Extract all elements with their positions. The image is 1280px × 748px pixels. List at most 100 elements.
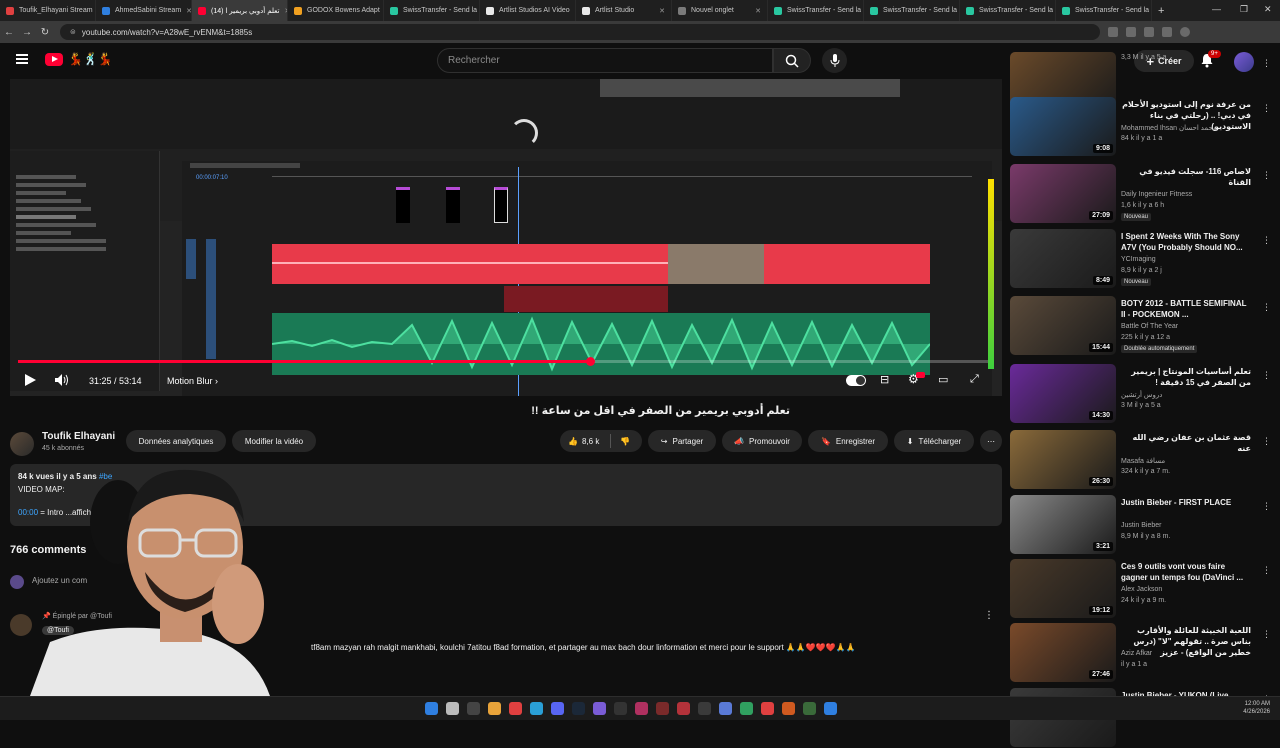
recommended-title[interactable]: قصة عثمان بن عفان رضي الله عنه: [1121, 432, 1251, 454]
taskbar-app-icon[interactable]: [761, 702, 774, 715]
close-tab-icon[interactable]: ✕: [659, 7, 665, 15]
comment-menu-icon[interactable]: ⋮: [984, 610, 994, 621]
analytics-button[interactable]: Données analytiques: [126, 430, 226, 452]
maximize-icon[interactable]: ❐: [1240, 4, 1248, 15]
recommended-title[interactable]: BOTY 2012 - BATTLE SEMIFINAL II - POCKEM…: [1121, 298, 1251, 320]
extension-icon[interactable]: [1126, 27, 1136, 37]
video-menu-icon[interactable]: ⋮: [1262, 501, 1271, 512]
video-menu-icon[interactable]: ⋮: [1262, 370, 1271, 381]
back-icon[interactable]: ←: [0, 27, 18, 38]
profile-icon[interactable]: [1180, 27, 1190, 37]
taskbar-app-icon[interactable]: [698, 702, 711, 715]
like-button[interactable]: 👍 8,6 k: [568, 437, 599, 446]
video-menu-icon[interactable]: ⋮: [1262, 103, 1271, 114]
browser-tab[interactable]: AhmedSabini Stream ✕: [96, 0, 192, 21]
taskbar-app-icon[interactable]: [425, 702, 438, 715]
browser-tab[interactable]: GODOX Bowens Adapt✕: [288, 0, 384, 21]
video-thumbnail[interactable]: 27:09: [1010, 164, 1116, 223]
search-input[interactable]: Rechercher: [437, 48, 773, 73]
recommended-channel[interactable]: Alex Jackson: [1121, 586, 1162, 593]
fullscreen-icon[interactable]: ⤢: [970, 373, 979, 386]
taskbar-app-icon[interactable]: [824, 702, 837, 715]
taskbar-app-icon[interactable]: [719, 702, 732, 715]
video-menu-icon[interactable]: ⋮: [1262, 170, 1271, 181]
taskbar-app-icon[interactable]: [446, 702, 459, 715]
miniplayer-icon[interactable]: ▭: [938, 373, 948, 386]
browser-tab[interactable]: (14) تعلم أدوبي بريمير ا✕: [192, 0, 288, 21]
taskbar-app-icon[interactable]: [635, 702, 648, 715]
menu-icon[interactable]: [16, 54, 28, 64]
taskbar-app-icon[interactable]: [740, 702, 753, 715]
close-tab-icon[interactable]: ✕: [755, 7, 761, 15]
video-thumbnail[interactable]: 8:49: [1010, 229, 1116, 288]
browser-tab[interactable]: Artlist Studios AI Video✕: [480, 0, 576, 21]
browser-tab[interactable]: SwissTransfer - Send la✕: [384, 0, 480, 21]
save-button[interactable]: 🔖 Enregistrer: [808, 430, 888, 452]
thumbs-down-icon[interactable]: 👎: [620, 437, 630, 446]
volume-icon[interactable]: [54, 373, 70, 387]
youtube-logo[interactable]: [45, 53, 63, 66]
minimize-icon[interactable]: —: [1212, 4, 1221, 14]
recommended-channel[interactable]: Masafa مسافة: [1121, 457, 1165, 465]
recommended-channel[interactable]: Battle Of The Year: [1121, 323, 1178, 330]
video-thumbnail[interactable]: 9:08: [1010, 97, 1116, 156]
voice-search-button[interactable]: [822, 48, 847, 73]
close-window-icon[interactable]: ✕: [1264, 4, 1272, 15]
subtitles-icon[interactable]: ⊟: [880, 373, 889, 386]
video-thumbnail[interactable]: 19:12: [1010, 559, 1116, 618]
video-thumbnail[interactable]: 15:44: [1010, 296, 1116, 355]
new-tab-icon[interactable]: +: [1158, 5, 1164, 17]
video-progress-bar[interactable]: [18, 357, 988, 366]
video-thumbnail[interactable]: 14:30: [1010, 364, 1116, 423]
reload-icon[interactable]: ↻: [36, 27, 54, 38]
browser-tab[interactable]: SwissTransfer - Send la✕: [864, 0, 960, 21]
taskbar-app-icon[interactable]: [509, 702, 522, 715]
chapter-label[interactable]: Motion Blur ›: [167, 376, 218, 386]
browser-tab[interactable]: Nouvel onglet ✕: [672, 0, 768, 21]
taskbar-app-icon[interactable]: [488, 702, 501, 715]
browser-tab[interactable]: Artlist Studio ✕: [576, 0, 672, 21]
recommended-video[interactable]: 14:30 تعلم أساسيات المونتاج | بريمير من ا…: [1010, 364, 1275, 424]
edit-video-button[interactable]: Modifier la vidéo: [232, 430, 316, 452]
video-player[interactable]: 00:00:07:10: [10, 79, 1002, 396]
recommended-channel[interactable]: Daily Ingenieur Fitness: [1121, 191, 1192, 198]
taskbar-app-icon[interactable]: [530, 702, 543, 715]
recommended-video[interactable]: 3:21 Justin Bieber - FIRST PLACE Justin Bi…: [1010, 495, 1275, 555]
taskbar-app-icon[interactable]: [614, 702, 627, 715]
taskbar-app-icon[interactable]: [467, 702, 480, 715]
recommended-channel[interactable]: Justin Bieber: [1121, 522, 1161, 529]
autoplay-toggle[interactable]: [846, 375, 866, 386]
video-menu-icon[interactable]: ⋮: [1262, 302, 1271, 313]
taskbar-app-icon[interactable]: [677, 702, 690, 715]
recommended-video[interactable]: 26:30 قصة عثمان بن عفان رضي الله عنه Masaf…: [1010, 430, 1275, 490]
browser-tab[interactable]: SwissTransfer - Send la✕: [1056, 0, 1152, 21]
recommended-video[interactable]: 27:09 لاصاص 116- سجلت فيديو في القناة Dail…: [1010, 164, 1275, 224]
recommended-video[interactable]: 8:49 I Spent 2 Weeks With The Sony A7V (Y…: [1010, 229, 1275, 289]
recommended-channel[interactable]: دروس أرتشين: [1121, 391, 1162, 399]
search-button[interactable]: [773, 48, 811, 73]
video-menu-icon[interactable]: ⋮: [1262, 58, 1271, 69]
recommended-video[interactable]: 15:44 BOTY 2012 - BATTLE SEMIFINAL II - P…: [1010, 296, 1275, 356]
taskbar-app-icon[interactable]: [782, 702, 795, 715]
recommended-title[interactable]: Ces 9 outils vont vous faire gagner un t…: [1121, 561, 1251, 583]
taskbar-app-icon[interactable]: [572, 702, 585, 715]
video-menu-icon[interactable]: ⋮: [1262, 436, 1271, 447]
more-actions-icon[interactable]: ⋯: [980, 430, 1002, 452]
browser-tab[interactable]: Toufik_Elhayani Stream✕: [0, 0, 96, 21]
extension-icon[interactable]: [1108, 27, 1118, 37]
forward-icon[interactable]: →: [18, 27, 36, 38]
recommended-channel[interactable]: Aziz Afkar: [1121, 650, 1152, 657]
taskbar-app-icon[interactable]: [593, 702, 606, 715]
play-icon[interactable]: [25, 374, 36, 386]
recommended-video[interactable]: 27:46 اللعبة الخبيثة للعائلة والأقارب بنا…: [1010, 623, 1275, 683]
browser-tab[interactable]: SwissTransfer - Send la✕: [960, 0, 1056, 21]
video-thumbnail[interactable]: 27:46: [1010, 623, 1116, 682]
taskbar-app-icon[interactable]: [656, 702, 669, 715]
extension-icon[interactable]: [1162, 27, 1172, 37]
download-button[interactable]: ⬇ Télécharger: [894, 430, 974, 452]
site-info-icon[interactable]: ⊜: [70, 28, 76, 36]
channel-name[interactable]: Toufik Elhayani: [42, 431, 115, 442]
video-thumbnail[interactable]: 26:30: [1010, 430, 1116, 489]
browser-tab[interactable]: SwissTransfer - Send la✕: [768, 0, 864, 21]
url-field[interactable]: ⊜ youtube.com/watch?v=A28wE_rvENM&t=1885…: [60, 24, 1100, 40]
